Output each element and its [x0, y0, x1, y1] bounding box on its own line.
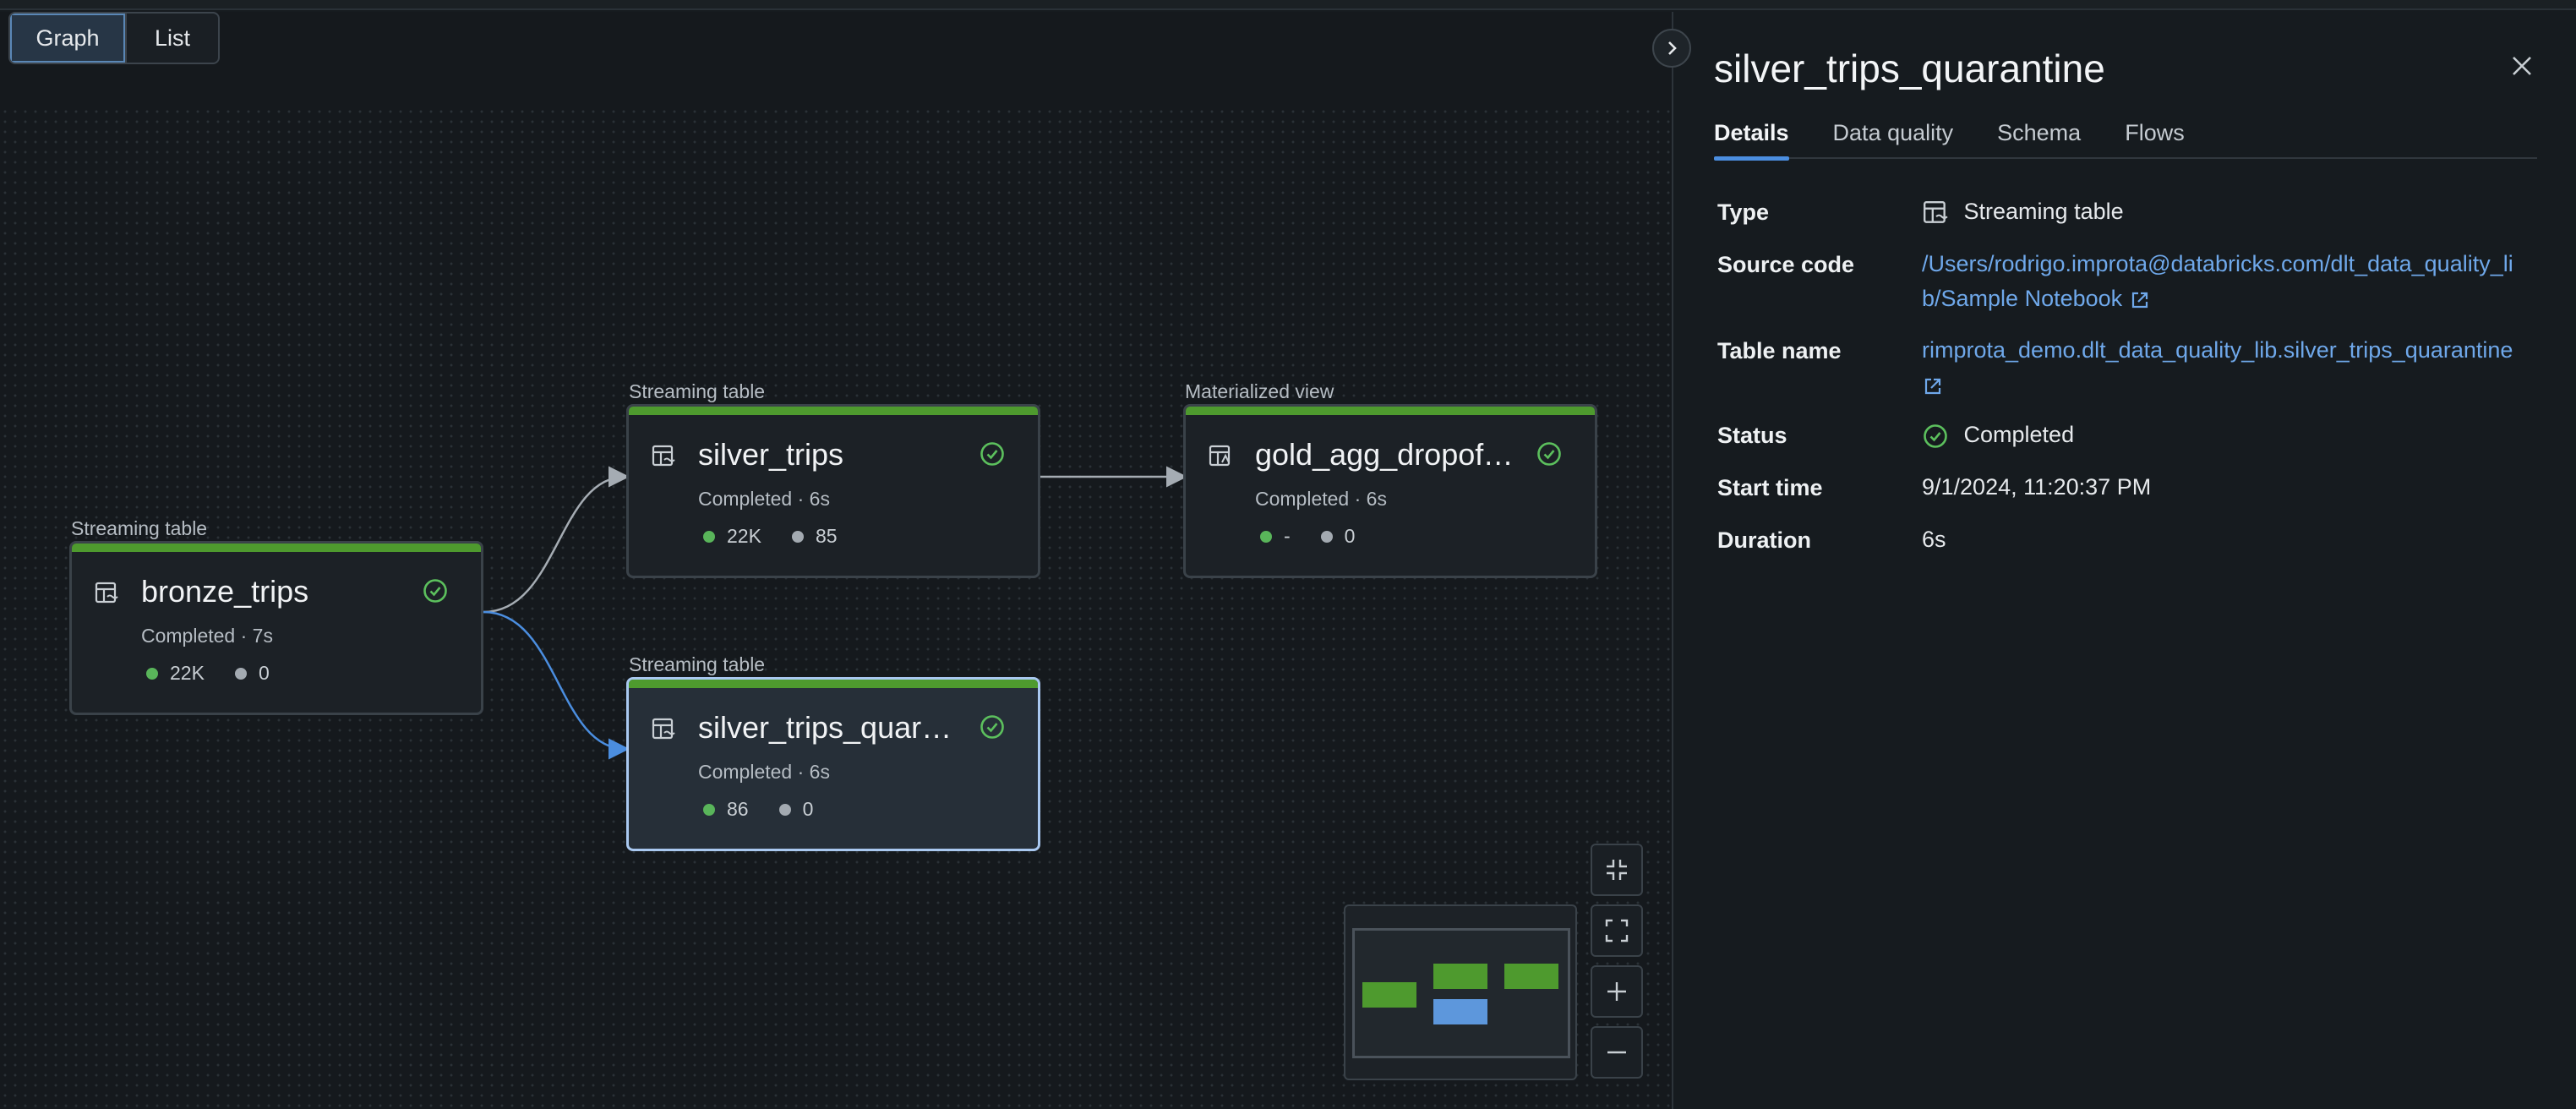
table-name-value: rimprota_demo.dlt_data_quality_lib.silve… — [1922, 333, 2513, 402]
status-bar — [72, 544, 481, 552]
status-label: Status — [1717, 423, 1787, 448]
dropped-records-dot — [778, 803, 791, 816]
node-metrics: 22K 0 — [146, 662, 270, 685]
view-toggle: Graph List — [8, 12, 220, 64]
node-status: Completed · 7s — [141, 625, 273, 647]
node-type-label: Streaming table — [71, 517, 208, 539]
dropped-records-count: 0 — [258, 662, 270, 684]
node-type-label: Materialized view — [1185, 380, 1334, 402]
start-time-label: Start time — [1717, 475, 1823, 500]
start-time-value: 9/1/2024, 11:20:37 PM — [1922, 474, 2152, 500]
streaming-table-icon — [652, 445, 675, 467]
table-name-label: Table name — [1717, 338, 1842, 363]
minimap[interactable] — [1344, 904, 1577, 1080]
node-status: Completed · 6s — [698, 488, 830, 510]
check-circle-icon — [980, 442, 1004, 466]
node-type-label: Streaming table — [629, 653, 766, 675]
details-panel: silver_trips_quarantine Details Data qua… — [1673, 12, 2576, 1109]
list-view-button[interactable]: List — [127, 14, 218, 63]
output-records-dot — [703, 803, 715, 816]
zoom-in-icon — [1607, 982, 1626, 1001]
output-records-count: 22K — [727, 525, 761, 547]
materialized-view-icon — [1209, 445, 1231, 467]
check-circle-icon — [980, 715, 1004, 739]
dropped-records-dot — [1320, 530, 1333, 543]
source-code-link[interactable]: /Users/rodrigo.improta@databricks.com/dl… — [1922, 251, 2513, 311]
check-circle-icon — [1537, 442, 1561, 466]
chevron-right-icon — [1668, 41, 1677, 55]
minimap-node-bronze — [1362, 982, 1416, 1008]
output-records-dot — [1260, 530, 1272, 543]
type-value: Streaming table — [1922, 194, 2513, 229]
fit-view-icon — [1607, 860, 1627, 880]
node-title: gold_agg_dropoff… — [1255, 437, 1517, 472]
close-icon[interactable] — [2507, 51, 2537, 81]
streaming-table-icon — [95, 582, 118, 604]
output-records-count: 86 — [727, 798, 749, 820]
streaming-table-icon — [1924, 200, 1948, 223]
output-records-count: - — [1284, 525, 1291, 547]
node-title: bronze_trips — [141, 574, 309, 609]
status-bar — [1186, 407, 1595, 415]
node-silver-trips-quarantine[interactable]: silver_trips_quara… Completed · 6s 86 0 — [626, 677, 1040, 851]
tab-flows[interactable]: Flows — [2125, 117, 2185, 159]
node-metrics: 22K 85 — [703, 525, 838, 548]
tab-details[interactable]: Details — [1714, 117, 1789, 161]
duration-value: 6s — [1922, 527, 1946, 552]
node-gold-agg-dropoff[interactable]: gold_agg_dropoff… Completed · 6s - 0 — [1183, 404, 1597, 578]
node-status: Completed · 6s — [1255, 488, 1387, 510]
fit-view-button[interactable] — [1591, 844, 1643, 896]
external-link-icon[interactable] — [1922, 375, 1944, 397]
dropped-records-count: 85 — [815, 525, 838, 547]
status-value-text: Completed — [1963, 422, 2075, 447]
node-title: silver_trips_quara… — [698, 710, 960, 745]
dropped-records-dot — [234, 667, 247, 680]
source-code-label: Source code — [1717, 252, 1855, 277]
zoom-out-button[interactable] — [1591, 1026, 1643, 1079]
table-name-link[interactable]: rimprota_demo.dlt_data_quality_lib.silve… — [1922, 337, 2513, 363]
tab-data-quality[interactable]: Data quality — [1833, 117, 1954, 159]
collapse-panel-button[interactable] — [1652, 29, 1691, 68]
top-border — [0, 0, 2576, 10]
external-link-icon[interactable] — [2129, 289, 2151, 311]
node-type-label: Streaming table — [629, 380, 766, 402]
graph-view-button[interactable]: Graph — [10, 14, 127, 63]
status-value: Completed — [1922, 418, 2513, 452]
zoom-out-icon — [1607, 1051, 1626, 1054]
check-circle-icon — [1924, 424, 1947, 448]
minimap-node-quarantine — [1433, 999, 1487, 1024]
node-status: Completed · 6s — [698, 761, 830, 783]
node-bronze-trips[interactable]: bronze_trips Completed · 7s 22K 0 — [69, 541, 483, 715]
node-silver-trips[interactable]: silver_trips Completed · 6s 22K 85 — [626, 404, 1040, 578]
output-records-dot — [703, 530, 715, 543]
output-records-dot — [146, 667, 158, 680]
source-code-value: /Users/rodrigo.improta@databricks.com/dl… — [1922, 247, 2513, 316]
dropped-records-dot — [791, 530, 804, 543]
streaming-table-icon — [652, 718, 675, 740]
check-circle-icon — [423, 579, 447, 603]
node-metrics: - 0 — [1260, 525, 1355, 548]
zoom-in-button[interactable] — [1591, 965, 1643, 1018]
panel-title: silver_trips_quarantine — [1714, 46, 2105, 90]
tab-schema[interactable]: Schema — [1997, 117, 2081, 159]
dropped-records-count: 0 — [1344, 525, 1356, 547]
type-value-text: Streaming table — [1963, 199, 2124, 224]
minimap-node-gold — [1504, 964, 1558, 989]
status-bar — [629, 680, 1038, 688]
output-records-count: 22K — [170, 662, 205, 684]
dropped-records-count: 0 — [802, 798, 814, 820]
panel-tabs: Details Data quality Schema Flows — [1714, 117, 2537, 161]
fullscreen-button[interactable] — [1591, 904, 1643, 957]
minimap-node-silver — [1433, 964, 1487, 989]
type-label: Type — [1717, 199, 1770, 225]
duration-label: Duration — [1717, 527, 1811, 553]
node-metrics: 86 0 — [703, 798, 813, 821]
status-bar — [629, 407, 1038, 415]
node-title: silver_trips — [698, 437, 844, 472]
fullscreen-icon — [1605, 919, 1629, 942]
